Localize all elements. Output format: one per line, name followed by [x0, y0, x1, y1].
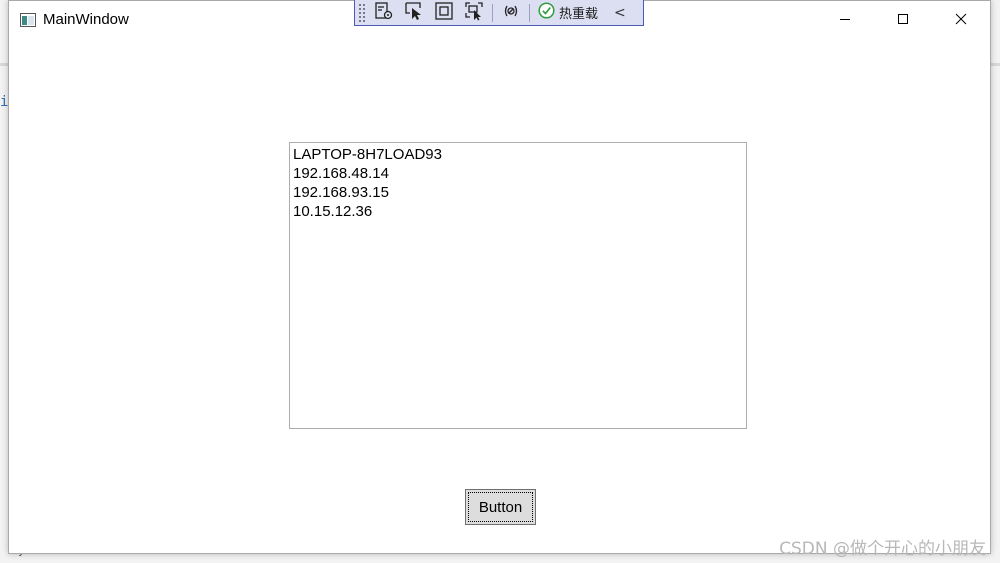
minimize-button[interactable]: [816, 1, 874, 37]
list-item[interactable]: 192.168.93.15: [293, 183, 743, 202]
live-visual-tree-icon: [374, 1, 394, 25]
close-icon: [955, 10, 967, 29]
main-button[interactable]: Button: [465, 489, 536, 525]
ip-listbox[interactable]: LAPTOP-8H7LOAD93 192.168.48.14 192.168.9…: [289, 142, 747, 429]
toolbar-separator: [529, 3, 530, 22]
collapse-toolbar-icon[interactable]: <: [614, 5, 626, 21]
binding-failures-icon: [501, 1, 521, 25]
track-focus-button[interactable]: [462, 1, 486, 25]
window-title: MainWindow: [43, 11, 129, 28]
check-circle-icon: [538, 2, 555, 23]
select-element-icon: [404, 1, 424, 25]
display-adorner-icon: [434, 1, 454, 25]
toolbar-grip-handle[interactable]: [358, 2, 366, 23]
list-item[interactable]: LAPTOP-8H7LOAD93: [293, 145, 743, 164]
close-button[interactable]: [932, 1, 990, 37]
display-adorner-button[interactable]: [432, 1, 456, 25]
select-element-button[interactable]: [402, 1, 426, 25]
list-item[interactable]: 192.168.48.14: [293, 164, 743, 183]
main-window: MainWindow LAPTOP-8H7LOAD93 192.168.48.1…: [8, 0, 991, 554]
minimize-icon: [839, 10, 851, 29]
watermark: CSDN @做个开心的小朋友: [779, 539, 986, 559]
runtime-dev-toolbar: 热重载 <: [354, 0, 644, 26]
maximize-button[interactable]: [874, 1, 932, 37]
hot-reload-status[interactable]: 热重载: [538, 2, 598, 23]
hot-reload-label: 热重载: [559, 7, 599, 22]
live-visual-tree-button[interactable]: [372, 1, 396, 25]
toolbar-separator: [492, 3, 493, 22]
list-item[interactable]: 10.15.12.36: [293, 202, 743, 221]
track-focus-icon: [464, 1, 484, 25]
maximize-icon: [897, 10, 909, 29]
app-window-icon: [20, 12, 36, 27]
binding-failures-button[interactable]: [499, 2, 523, 24]
